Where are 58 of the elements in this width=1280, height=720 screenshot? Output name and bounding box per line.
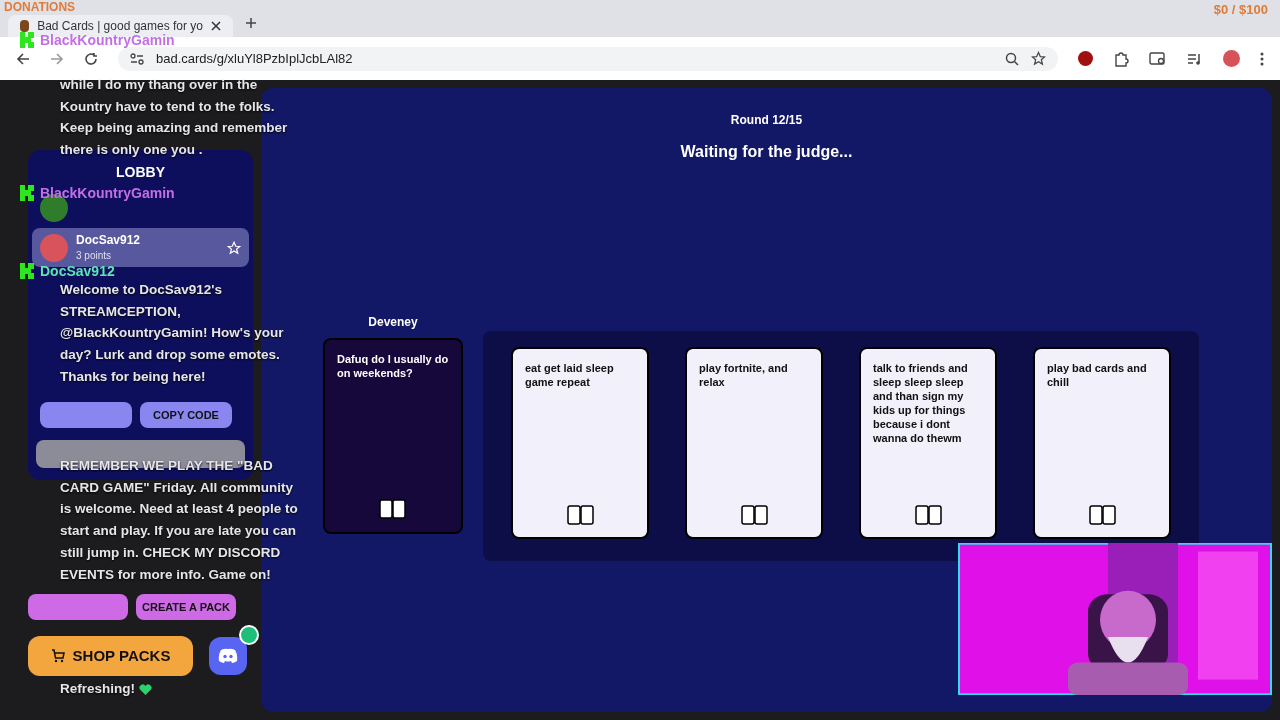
bookmark-star-icon[interactable] [1031,51,1046,66]
media-control-icon[interactable] [1187,51,1203,66]
platform-logo-icon [20,32,34,48]
menu-icon[interactable] [1260,51,1264,66]
answer-card[interactable]: play bad cards and chill [1033,347,1171,539]
zoom-icon[interactable] [1005,51,1019,66]
create-pack-button[interactable]: CREATE A PACK [136,594,236,620]
site-settings-icon[interactable] [130,52,144,65]
chat-username: BlackKountryGamin [40,186,175,200]
new-tab-icon[interactable] [245,17,257,29]
player-points: 3 points [76,249,113,263]
lobby-title: LOBBY [115,163,166,182]
tab-title: Bad Cards | good games for yo [37,18,203,34]
chat-message: Welcome to DocSav912's STREAMCEPTION, @BlackKountryGamin! How's your day? Lurk and drop some emotes. Thanks for being here! [60,281,285,386]
reload-icon[interactable] [84,51,98,66]
chat-message: while I do my thang over in the Kountry have to tend to the folks. Keep being amazing and remember there is only one you . [60,76,289,160]
donations-label: DONATIONS [4,0,76,14]
answer-card[interactable]: eat get laid sleep game repeat [511,347,649,539]
cards-logo-icon [378,498,408,520]
profile-avatar[interactable] [1223,50,1240,67]
answer-card[interactable]: talk to friends and sleep sleep sleep and than sign my kids up for things because i dont wanna do thewm [859,347,997,539]
donations-amount: $0 / $100 [1213,1,1268,19]
forward-icon[interactable] [50,51,64,66]
answer-card[interactable]: play fortnite, and relax [685,347,823,539]
judge-name: Deveney [368,314,418,330]
round-label: Round 12/15 [730,112,803,128]
discord-icon [217,648,239,664]
discord-button[interactable] [209,637,247,675]
extension-icon[interactable] [1078,51,1093,66]
back-icon[interactable] [16,51,30,66]
prompt-text: Dafuq do I usually do on weekends? [337,352,449,380]
free-pack-badge-icon [239,625,259,645]
player-row[interactable]: DocSav912 3 points [32,228,249,267]
copy-code-button[interactable]: COPY CODE [140,402,232,428]
answer-text: play bad cards and chill [1047,361,1148,389]
tab-search-icon[interactable] [1149,50,1167,67]
shop-packs-button[interactable]: SHOP PACKS [28,636,193,676]
cards-logo-icon [740,505,768,525]
answer-text: eat get laid sleep game repeat [525,361,615,389]
answer-text: talk to friends and sleep sleep sleep and than sign my kids up for things because i dont wanna do thewm [873,361,969,445]
cart-icon [50,649,65,663]
answer-text: play fortnite, and relax [699,361,789,389]
copy-link-button[interactable] [40,402,132,428]
platform-logo-icon [20,263,34,279]
player-avatar [40,233,68,262]
cards-logo-icon [1088,505,1116,525]
url-text: bad.cards/g/xluYl8PzbIplJcbLAl82 [156,49,353,68]
star-icon[interactable] [227,240,241,255]
chat-username: DocSav912 [40,264,115,278]
close-tab-icon[interactable] [211,21,221,31]
status-heading: Waiting for the judge... [680,142,853,162]
cards-logo-icon [566,505,594,525]
tab-favicon-icon [20,20,30,32]
platform-logo-icon [20,185,34,201]
player-name: DocSav912 [76,232,141,248]
cards-logo-icon [914,505,942,525]
chat-message: Refreshing! [60,680,135,698]
puzzle-icon[interactable] [1113,50,1129,67]
